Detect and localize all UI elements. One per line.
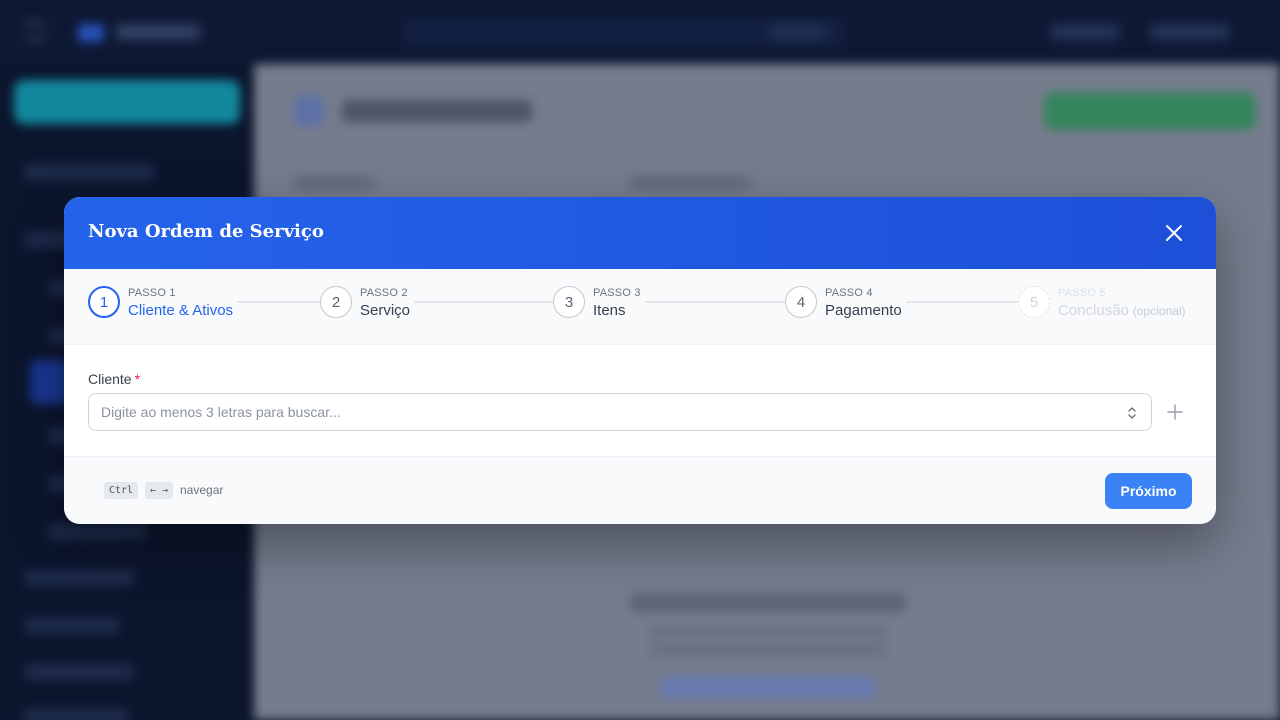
step-label: Cliente & Ativos (128, 302, 234, 319)
step-caption: PASSO 3 (593, 287, 641, 299)
wizard-stepper: 1 PASSO 1 Cliente & Ativos 2 PASSO 2 Ser… (64, 269, 1216, 345)
dialog-header: Nova Ordem de Serviço (64, 197, 1216, 269)
stepper-track (120, 301, 1170, 303)
close-button[interactable] (1162, 221, 1186, 245)
step-conclusion: 5 PASSO 5 Conclusão (opcional) (1018, 286, 1190, 330)
step-number: 2 (320, 286, 352, 318)
chevron-up-down-icon[interactable] (1127, 405, 1137, 421)
required-marker: * (134, 371, 141, 387)
step-caption: PASSO 1 (128, 287, 176, 299)
next-button[interactable]: Próximo (1105, 473, 1192, 509)
client-label-text: Cliente (88, 371, 132, 387)
step-number: 5 (1018, 286, 1050, 318)
plus-icon (1167, 404, 1183, 420)
step-service[interactable]: 2 PASSO 2 Serviço (320, 286, 415, 330)
step-label: Itens (593, 302, 626, 319)
dialog-footer: Ctrl ← → navegar Próximo (64, 456, 1216, 524)
client-search-combobox[interactable] (88, 393, 1152, 431)
step-caption: PASSO 2 (360, 287, 408, 299)
step-payment[interactable]: 4 PASSO 4 Pagamento (785, 286, 906, 330)
step-optional-tag: (opcional) (1132, 304, 1186, 318)
client-search-input[interactable] (89, 394, 1109, 430)
step-client-assets[interactable]: 1 PASSO 1 Cliente & Ativos (88, 286, 238, 330)
step-label: Conclusão (1058, 302, 1129, 319)
close-icon (1166, 225, 1182, 241)
client-field-label: Cliente * (88, 371, 1192, 387)
kbd-arrows: ← → (145, 482, 174, 499)
step-label-row: Conclusão (opcional) (1058, 300, 1186, 322)
dialog-title: Nova Ordem de Serviço (88, 221, 324, 242)
kbd-ctrl: Ctrl (104, 482, 139, 499)
add-client-button[interactable] (1163, 400, 1187, 424)
step-number: 3 (553, 286, 585, 318)
step-items[interactable]: 3 PASSO 3 Itens (553, 286, 645, 330)
step-caption: PASSO 4 (825, 287, 873, 299)
new-service-order-dialog: Nova Ordem de Serviço 1 PASSO 1 Cliente … (64, 197, 1216, 524)
client-form: Cliente * (88, 371, 1192, 431)
step-label: Serviço (360, 302, 411, 319)
shortcut-hint: navegar (180, 483, 224, 497)
step-number: 4 (785, 286, 817, 318)
step-number: 1 (88, 286, 120, 318)
step-caption: PASSO 5 (1058, 287, 1106, 299)
step-label: Pagamento (825, 302, 902, 319)
